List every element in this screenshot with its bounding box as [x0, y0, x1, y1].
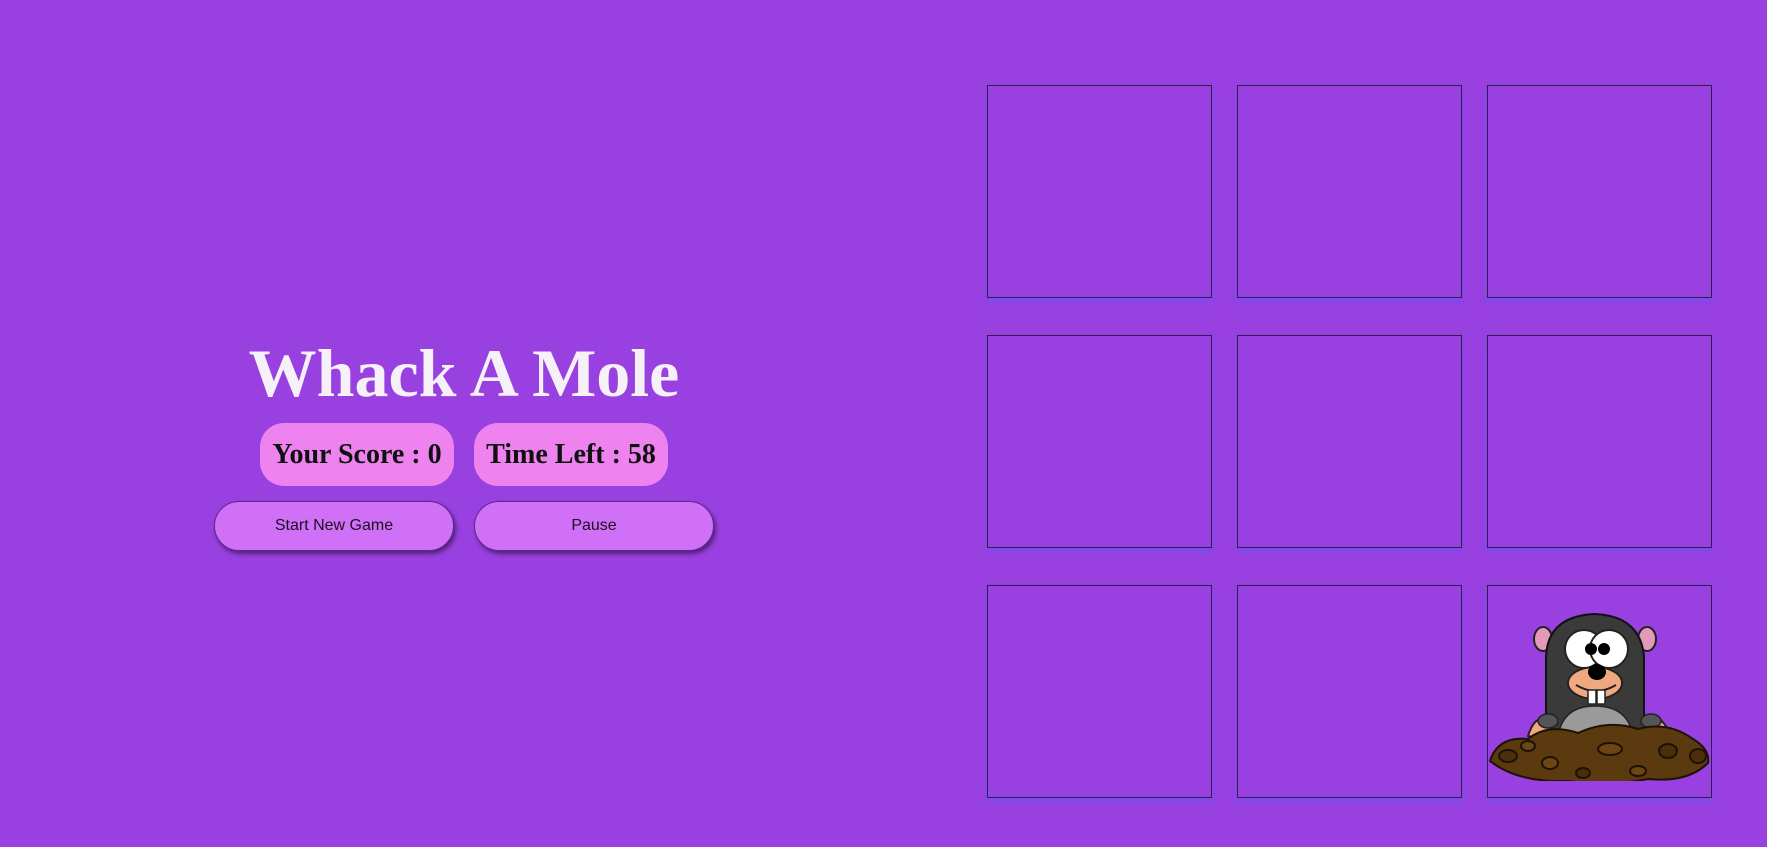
- hole-7[interactable]: [987, 585, 1212, 798]
- mole-grid: [987, 85, 1712, 798]
- hole-5[interactable]: [1237, 335, 1462, 548]
- hole-4[interactable]: [987, 335, 1212, 548]
- hole-1[interactable]: [987, 85, 1212, 298]
- time-left-display: Time Left : 58: [474, 423, 668, 486]
- pause-button[interactable]: Pause: [474, 501, 714, 551]
- hole-3[interactable]: [1487, 85, 1712, 298]
- mole-icon[interactable]: [1488, 611, 1711, 781]
- game-title: Whack A Mole: [248, 335, 680, 411]
- hole-8[interactable]: [1237, 585, 1462, 798]
- score-display: Your Score : 0: [260, 423, 454, 486]
- hole-9[interactable]: [1487, 585, 1712, 798]
- hole-2[interactable]: [1237, 85, 1462, 298]
- hole-6[interactable]: [1487, 335, 1712, 548]
- start-new-game-button[interactable]: Start New Game: [214, 501, 454, 551]
